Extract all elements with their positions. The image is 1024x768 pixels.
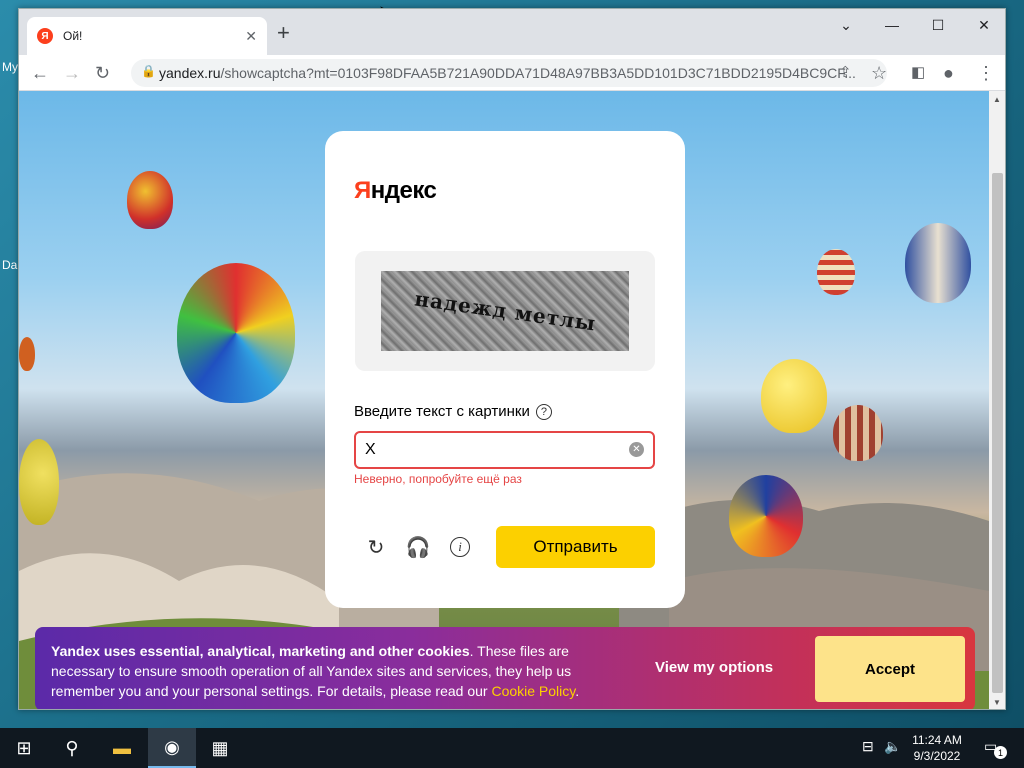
tab-search-icon[interactable]: ⌄ — [823, 17, 869, 34]
captcha-image: надежд метлы — [381, 271, 629, 351]
tab-title: Ой! — [63, 29, 83, 43]
reload-icon[interactable]: ↻ — [95, 63, 110, 83]
info-icon[interactable]: i — [450, 537, 470, 557]
store-icon[interactable]: ▦ — [196, 728, 244, 768]
view-options-link[interactable]: View my options — [655, 659, 773, 676]
forward-arrow-icon[interactable]: → — [63, 63, 81, 83]
page-content: Яндекс надежд метлы Введите текст с карт… — [19, 91, 989, 709]
scroll-down-arrow-icon[interactable]: ▼ — [993, 698, 1001, 707]
prompt-label: Введите текст с картинки — [354, 403, 530, 420]
balloon-image — [817, 249, 855, 295]
url-domain: yandex.ru — [159, 65, 221, 81]
maximize-button[interactable]: ☐ — [915, 17, 961, 34]
back-arrow-icon[interactable]: ← — [31, 63, 49, 83]
tab-bar: Я Ой! ✕ + ⌄ — ☐ ✕ — [19, 9, 1005, 55]
start-windows-icon[interactable]: ⊞ — [0, 728, 48, 768]
balloon-image — [127, 171, 173, 229]
browser-window: Я Ой! ✕ + ⌄ — ☐ ✕ ← → ↻ 🔒 yandex.ru/show… — [18, 8, 1006, 710]
desktop-icon-label[interactable]: Da — [2, 258, 17, 272]
cookie-text: Yandex uses essential, analytical, marke… — [51, 643, 580, 699]
scroll-up-arrow-icon[interactable]: ▲ — [993, 95, 1001, 104]
captcha-card: Яндекс надежд метлы Введите текст с карт… — [325, 131, 685, 608]
cookie-policy-link[interactable]: Cookie Policy — [491, 683, 575, 699]
browser-tab[interactable]: Я Ой! ✕ — [27, 17, 267, 55]
balloon-image — [19, 439, 59, 525]
taskbar: ⊞ ⚲ ▬ ◉ ▦ ⊟ 🔈 11:24 AM 9/3/2022 ▭ 1 — [0, 728, 1024, 768]
network-icon[interactable]: ⊟ — [862, 738, 874, 755]
minimize-button[interactable]: — — [869, 17, 915, 33]
error-message: Неверно, попробуйте ещё раз — [354, 472, 522, 486]
search-icon[interactable]: ⚲ — [48, 728, 96, 768]
address-bar[interactable]: 🔒 yandex.ru/showcaptcha?mt=0103F98DFAA5B… — [131, 59, 887, 87]
balloon-image — [905, 223, 971, 303]
cookie-text-bold: Yandex uses essential, analytical, marke… — [51, 643, 470, 659]
notification-count: 1 — [994, 746, 1007, 759]
cookie-banner: Yandex uses essential, analytical, marke… — [35, 627, 975, 709]
desktop-icon-label[interactable]: My — [2, 60, 18, 74]
captcha-frame: надежд метлы — [355, 251, 655, 371]
notification-center-icon[interactable]: ▭ 1 — [984, 738, 1007, 759]
captcha-answer-input[interactable] — [354, 431, 655, 469]
bookmark-star-icon[interactable]: ☆ — [871, 63, 887, 83]
clock-date: 9/3/2022 — [913, 749, 961, 763]
audio-captcha-icon[interactable]: 🎧 — [406, 535, 431, 559]
submit-button[interactable]: Отправить — [496, 526, 655, 568]
url-path: /showcaptcha?mt=0103F98DFAA5B721A90DDA71… — [220, 65, 856, 81]
scroll-thumb[interactable] — [992, 173, 1003, 693]
yandex-logo[interactable]: Яндекс — [354, 177, 437, 205]
share-icon[interactable]: ⇪ — [839, 63, 852, 83]
balloon-image — [761, 359, 827, 433]
browser-toolbar: ← → ↻ 🔒 yandex.ru/showcaptcha?mt=0103F98… — [19, 55, 1005, 91]
refresh-captcha-icon[interactable]: ↻ — [364, 535, 388, 559]
system-clock[interactable]: 11:24 AM 9/3/2022 — [902, 732, 972, 764]
new-tab-button[interactable]: + — [277, 22, 290, 44]
captcha-prompt: Введите текст с картинки ? — [354, 403, 552, 420]
file-explorer-icon[interactable]: ▬ — [98, 728, 146, 768]
side-panel-icon[interactable]: ◧ — [911, 63, 925, 83]
page-scrollbar[interactable]: ▲ ▼ — [989, 91, 1005, 709]
chrome-icon[interactable]: ◉ — [148, 728, 196, 768]
help-question-icon[interactable]: ? — [535, 403, 552, 420]
balloon-image — [729, 475, 803, 557]
captcha-distorted-text: надежд метлы — [412, 286, 598, 336]
volume-icon[interactable]: 🔈 — [884, 738, 901, 755]
accept-cookies-button[interactable]: Accept — [815, 636, 965, 702]
close-window-button[interactable]: ✕ — [961, 17, 1005, 34]
clock-time: 11:24 AM — [912, 733, 962, 747]
yandex-favicon-icon: Я — [37, 28, 53, 44]
balloon-image — [177, 263, 295, 403]
balloon-image — [19, 337, 35, 371]
clear-input-icon[interactable]: ✕ — [629, 442, 644, 457]
balloon-image — [833, 405, 883, 461]
profile-avatar-icon[interactable]: ● — [943, 63, 954, 83]
tab-close-icon[interactable]: ✕ — [245, 28, 257, 45]
menu-kebab-icon[interactable]: ⋮ — [977, 63, 995, 83]
lock-icon[interactable]: 🔒 — [141, 64, 156, 78]
